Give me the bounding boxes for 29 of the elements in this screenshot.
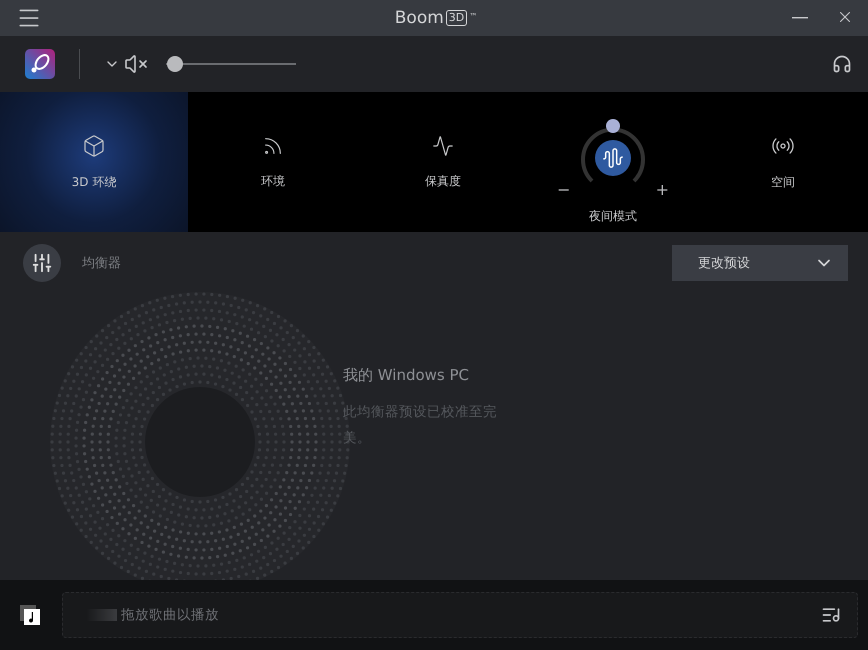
effect-label: 夜间模式 bbox=[589, 208, 637, 224]
music-note-icon[interactable] bbox=[18, 603, 42, 627]
title-badge: 3D bbox=[446, 10, 468, 26]
volume-thumb[interactable] bbox=[167, 56, 184, 72]
effect-label: 3D 环绕 bbox=[72, 174, 116, 190]
equalizer-icon[interactable] bbox=[23, 244, 61, 282]
waveform-icon bbox=[602, 146, 624, 168]
app-logo-icon[interactable] bbox=[25, 49, 55, 79]
effect-label: 空间 bbox=[771, 174, 795, 190]
preset-title: 我的 Windows PC bbox=[343, 366, 470, 385]
cube-icon bbox=[82, 134, 106, 158]
decrease-button[interactable]: − bbox=[557, 180, 570, 198]
effect-tab[interactable]: 3D 环绕 bbox=[0, 92, 188, 232]
headphones-icon bbox=[832, 54, 852, 74]
muted-speaker-icon bbox=[124, 52, 148, 76]
drop-zone[interactable]: 拖放歌曲以播放 bbox=[62, 592, 858, 638]
pulse-icon bbox=[432, 134, 454, 156]
dial-knob[interactable] bbox=[606, 118, 620, 132]
sliders-icon bbox=[31, 252, 53, 274]
minimize-icon bbox=[792, 17, 808, 19]
effect-label: 环境 bbox=[261, 172, 285, 190]
drop-hint: 拖放歌曲以播放 bbox=[121, 606, 219, 624]
equalizer-label: 均衡器 bbox=[82, 255, 121, 272]
gradient-strip bbox=[87, 609, 117, 621]
trademark-sign: ™ bbox=[469, 12, 478, 21]
app-title: Boom bbox=[394, 8, 444, 28]
effect-label: 保真度 bbox=[425, 172, 461, 190]
preset-dropdown[interactable]: 更改预设 bbox=[672, 245, 848, 281]
increase-button[interactable]: + bbox=[656, 180, 669, 198]
